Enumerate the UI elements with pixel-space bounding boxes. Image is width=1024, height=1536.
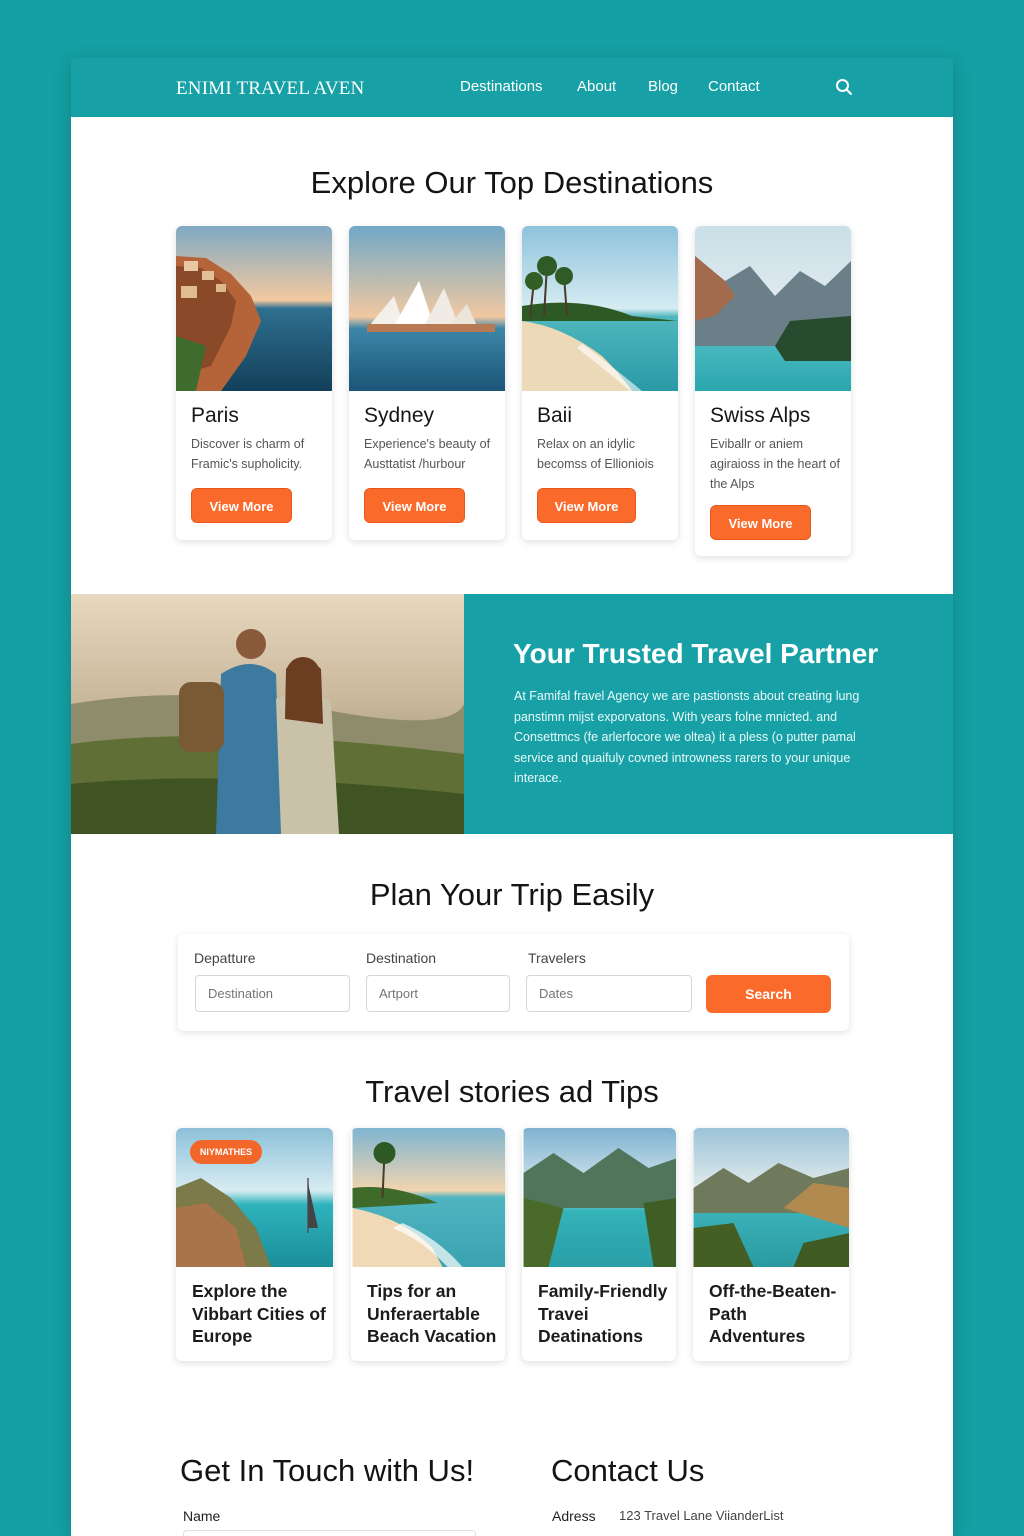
story-badge: NIYMATHES [190, 1140, 262, 1164]
search-icon[interactable] [835, 78, 853, 96]
view-more-button[interactable]: View More [710, 505, 811, 540]
bali-beach-image [522, 226, 678, 391]
swiss-alps-image [695, 226, 851, 391]
destination-card-sydney[interactable]: Sydney Experience's beauty of Austtatist… [349, 226, 505, 540]
view-more-button[interactable]: View More [364, 488, 465, 523]
departure-label: Depatture [194, 950, 256, 966]
partner-section: Your Trusted Travel Partner At Famifal f… [464, 594, 953, 834]
destination-desc: Experience's beauty of Austtatist /hurbo… [364, 437, 491, 471]
story-card[interactable]: NIYMATHES Explore the Vibbart Cities of … [176, 1128, 333, 1361]
partner-title: Your Trusted Travel Partner [513, 638, 879, 669]
page: ENIMI TRAVEL AVEN Destinations About Blo… [71, 58, 953, 1536]
story-card[interactable]: Tips for an Unferaertable Beach Vacation [351, 1128, 505, 1361]
mountain-lake-image [523, 1128, 676, 1267]
trip-planner-form: Depatture Destination Travelers Search [178, 934, 849, 1031]
stories-title: Travel stories ad Tips [365, 1074, 659, 1109]
destination-input[interactable] [366, 975, 510, 1012]
story-title: Tips for an Unferaertable Beach Vacation [367, 1281, 497, 1346]
destination-name: Swiss Alps [710, 404, 811, 427]
nav-destinations[interactable]: Destinations [460, 78, 543, 95]
get-in-touch-title: Get In Touch with Us! [180, 1453, 475, 1488]
destination-name: Paris [191, 404, 239, 427]
name-input[interactable] [183, 1530, 476, 1536]
destination-name: Baii [537, 404, 573, 427]
nav-about[interactable]: About [577, 78, 616, 95]
name-label: Name [183, 1508, 221, 1524]
destination-card-bali[interactable]: Baii Relax on an idylic becomss of Ellio… [522, 226, 678, 540]
destination-label: Destination [366, 950, 437, 966]
destination-card-swiss-alps[interactable]: Swiss Alps Eviballr or aniem agiraioss i… [695, 226, 851, 556]
travelers-label: Travelers [528, 950, 586, 966]
departure-input[interactable] [195, 975, 350, 1012]
nav-contact[interactable]: Contact [708, 78, 760, 95]
top-nav: ENIMI TRAVEL AVEN Destinations About Blo… [71, 58, 953, 117]
view-more-button[interactable]: View More [537, 488, 636, 523]
dates-input[interactable] [526, 975, 692, 1012]
brand-logo[interactable]: ENIMI TRAVEL AVEN [176, 78, 364, 100]
story-title: Off-the-Beaten-Path Adventures [709, 1281, 837, 1346]
plan-title: Plan Your Trip Easily [369, 877, 655, 912]
contact-us-title: Contact Us [551, 1453, 705, 1488]
beach-palm-image [352, 1128, 505, 1267]
destinations-title: Explore Our Top Destinations [310, 165, 714, 200]
story-title: Family-Friendly Travei Deatinations [538, 1281, 668, 1346]
view-more-button[interactable]: View More [191, 488, 292, 523]
address-value: 123 Travel Lane ViianderList [619, 1508, 784, 1523]
couple-hiking-photo [71, 594, 464, 834]
destination-name: Sydney [364, 404, 435, 427]
sydney-opera-image [349, 226, 505, 391]
story-title: Explore the Vibbart Cities of Europe [192, 1281, 326, 1346]
destination-card-paris[interactable]: Paris Discover is charm of Framic's suph… [176, 226, 332, 540]
address-label: Adress [552, 1508, 596, 1524]
destination-desc: Discover is charm of Framic's supholicit… [191, 437, 305, 471]
partner-text: At Famifal fravel Agency we are pastions… [514, 689, 860, 785]
destination-desc: Relax on an idylic becomss of Ellioniois [537, 437, 654, 471]
valley-lake-image [693, 1128, 849, 1267]
destination-desc: Eviballr or aniem agiraioss in the heart… [710, 437, 840, 491]
story-card[interactable]: Family-Friendly Travei Deatinations [522, 1128, 676, 1361]
story-card[interactable]: Off-the-Beaten-Path Adventures [693, 1128, 849, 1361]
search-button[interactable]: Search [706, 975, 831, 1013]
paris-coast-image [176, 226, 332, 391]
nav-blog[interactable]: Blog [648, 78, 678, 95]
